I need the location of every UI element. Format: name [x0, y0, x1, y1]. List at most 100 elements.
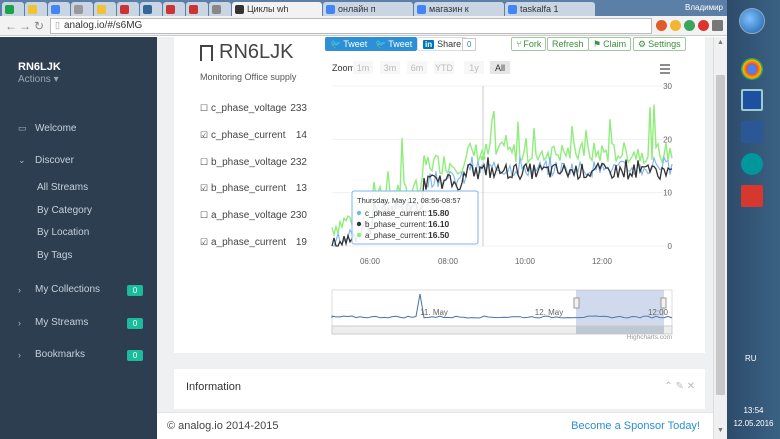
tooltip-bullet-icon [356, 210, 362, 216]
hover-marker [480, 155, 486, 161]
extension-icons [656, 20, 723, 31]
forward-icon[interactable]: → [18, 19, 32, 33]
chart-menu-icon[interactable] [660, 64, 670, 74]
scroll-down-icon[interactable]: ▼ [717, 427, 724, 434]
browser-tab[interactable] [48, 2, 70, 16]
tooltip-label: b_phase_current: [365, 220, 427, 229]
browser-tab[interactable] [186, 2, 208, 16]
tab-favicon-icon [235, 4, 244, 14]
sidebar: RN6LJK Actions ▾ ▭ Welcome ⌄ Discover Al… [0, 37, 157, 439]
y-tick-label: 30 [663, 82, 672, 91]
tab-label: онлайн п [338, 4, 376, 14]
chart[interactable]: Zoom 1m 3m 6m YTD 1y All 30 20 10 0 06:00 08:00 10:00… [172, 36, 692, 341]
sidebar-item-by-location[interactable]: By Location [37, 227, 89, 238]
sidebar-brand[interactable]: RN6LJK [0, 37, 157, 73]
start-button[interactable] [739, 8, 765, 34]
browser-tab[interactable]: Циклы wh [232, 2, 322, 16]
browser-tab[interactable] [163, 2, 185, 16]
profile-name[interactable]: Владимир [681, 3, 727, 14]
close-icon[interactable]: ✕ [687, 381, 695, 392]
sidebar-item-label: Bookmarks [35, 349, 86, 360]
app-icon[interactable] [741, 89, 763, 111]
sidebar-item-label: Welcome [35, 123, 77, 134]
reload-icon[interactable]: ↻ [32, 19, 46, 33]
browser-tab[interactable] [25, 2, 47, 16]
tooltip-value: 15.80 [428, 208, 450, 218]
sidebar-item-discover[interactable]: ⌄ Discover [18, 155, 74, 166]
menu-icon[interactable] [712, 20, 723, 31]
zoom-button[interactable]: 3m [384, 63, 397, 73]
scrollbar-thumb[interactable] [716, 75, 725, 395]
x-tick-label: 10:00 [515, 257, 536, 266]
navigator-label: 12. May [535, 308, 563, 317]
scroll-up-icon[interactable]: ▲ [717, 39, 724, 46]
tooltip-label: c_phase_current: [365, 209, 427, 218]
star-icon[interactable] [670, 20, 681, 31]
browser-tab[interactable] [209, 2, 231, 16]
navigator-scrollbar-thumb[interactable] [576, 326, 664, 334]
tab-favicon-icon [326, 4, 335, 14]
copyright: © analog.io 2014-2015 [167, 420, 279, 432]
tab-bar: Циклы wh онлайн п магазин к taskalfa 1 Влади… [0, 0, 727, 16]
browser-tab[interactable] [117, 2, 139, 16]
collapse-icon[interactable]: ⌃ [664, 381, 672, 392]
navigator-handle-right[interactable] [660, 297, 667, 309]
zoom-button[interactable]: 1y [469, 63, 479, 73]
browser-tab[interactable] [94, 2, 116, 16]
language-indicator[interactable]: RU [745, 354, 757, 363]
sidebar-item-bookmarks[interactable]: › Bookmarks [18, 349, 85, 360]
address-bar: ← → ↻ ▯ analog.io/#/s6MG [0, 16, 727, 36]
bookmarks-count-badge: 0 [127, 350, 143, 361]
x-tick-label: 12:00 [592, 257, 613, 266]
navigator-handle-left[interactable] [573, 297, 580, 309]
back-icon[interactable]: ← [4, 19, 18, 33]
y-tick-label: 10 [663, 189, 672, 198]
sidebar-item-welcome[interactable]: ▭ Welcome [18, 123, 77, 134]
browser-tab[interactable]: taskalfa 1 [505, 2, 595, 16]
arduino-icon[interactable] [741, 153, 763, 175]
browser-tab[interactable] [71, 2, 93, 16]
zoom-label: Zoom [332, 63, 355, 73]
tooltip-value: 16.10 [428, 219, 450, 229]
sidebar-item-by-tags[interactable]: By Tags [37, 250, 72, 261]
tooltip-bullet-icon [356, 232, 362, 238]
url-input[interactable]: ▯ analog.io/#/s6MG [50, 17, 652, 34]
browser-tab[interactable]: магазин к [414, 2, 504, 16]
sidebar-item-all-streams[interactable]: All Streams [37, 182, 88, 193]
sidebar-item-my-collections[interactable]: › My Collections [18, 284, 100, 295]
page-scrollbar[interactable]: ▲ ▼ [713, 37, 727, 439]
x-tick-label: 08:00 [438, 257, 459, 266]
tab-favicon-icon [120, 4, 129, 14]
tab-favicon-icon [51, 4, 60, 14]
navigator-label: 11. May [420, 308, 448, 317]
zoom-button[interactable]: 1m [357, 63, 370, 73]
chevron-right-icon: › [18, 284, 21, 295]
footer: © analog.io 2014-2015 Become a Sponsor T… [157, 412, 713, 439]
clock-date[interactable]: 12.05.2016 [727, 419, 780, 428]
extension-icon[interactable] [656, 20, 667, 31]
zoom-button[interactable]: All [495, 63, 505, 73]
sidebar-item-label: Discover [35, 155, 74, 166]
pdf-icon[interactable] [741, 185, 763, 207]
extension-icon[interactable] [684, 20, 695, 31]
tab-label: магазин к [429, 4, 469, 14]
browser-tab[interactable] [2, 2, 24, 16]
clock-time[interactable]: 13:54 [727, 406, 780, 415]
monitor-icon: ▭ [18, 123, 27, 133]
zoom-button[interactable]: 6m [411, 63, 424, 73]
chrome-icon[interactable] [741, 58, 763, 80]
sidebar-item-my-streams[interactable]: › My Streams [18, 317, 88, 328]
sidebar-item-by-category[interactable]: By Category [37, 205, 92, 216]
tab-favicon-icon [5, 4, 14, 14]
extension-icon[interactable] [698, 20, 709, 31]
wrench-icon[interactable]: ✎ [675, 381, 683, 392]
browser-tab[interactable] [140, 2, 162, 16]
credits-link[interactable]: Highcharts.com [627, 334, 672, 341]
browser-tab[interactable]: онлайн п [323, 2, 413, 16]
sidebar-item-label: My Collections [35, 284, 101, 295]
actions-dropdown[interactable]: Actions ▾ [0, 74, 157, 85]
zoom-button[interactable]: YTD [435, 63, 454, 73]
sponsor-link[interactable]: Become a Sponsor Today! [571, 420, 700, 432]
chevron-down-icon: ⌄ [18, 155, 26, 165]
word-icon[interactable] [741, 121, 763, 143]
